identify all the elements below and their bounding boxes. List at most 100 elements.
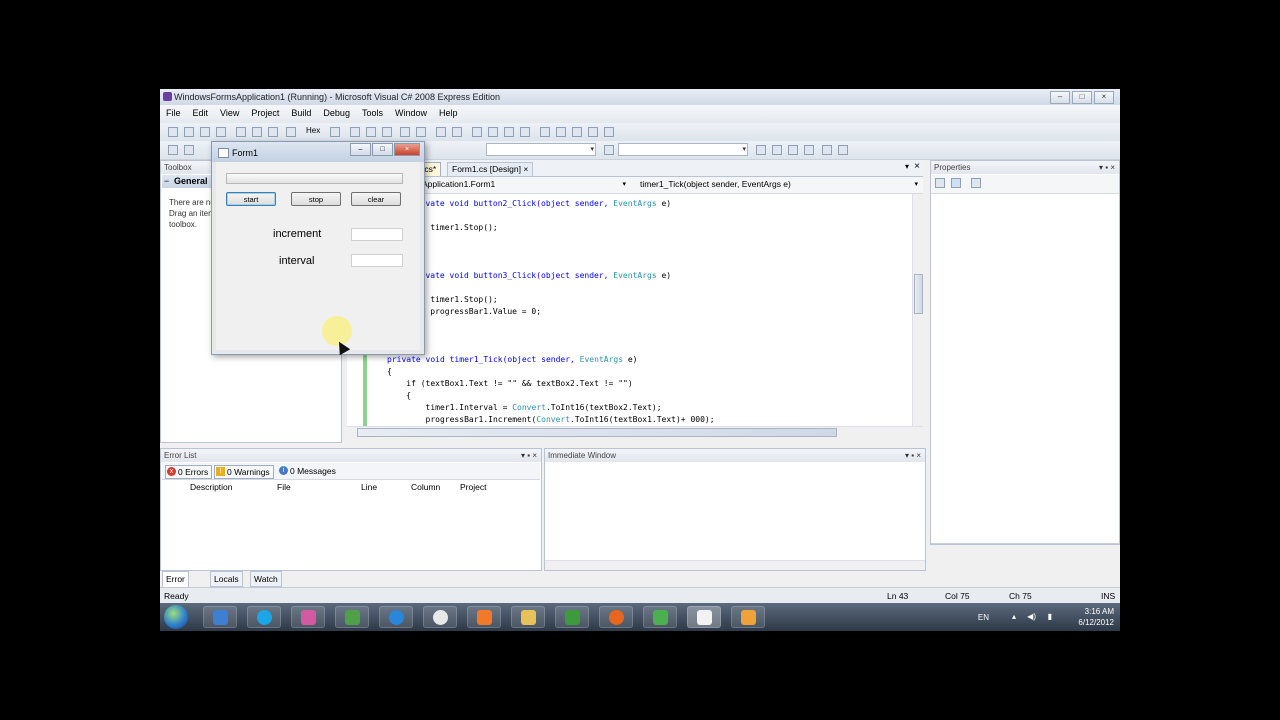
editor-scroll-thumb[interactable] xyxy=(914,274,923,314)
immediate-horizontal-scrollbar[interactable] xyxy=(545,560,925,570)
form1-window[interactable]: Form1 – □ × start stop clear increment i… xyxy=(211,141,425,355)
start-button-form[interactable]: start xyxy=(226,192,276,206)
menu-tools[interactable]: Tools xyxy=(356,105,389,118)
form1-title-bar[interactable]: Form1 – □ × xyxy=(212,142,424,162)
add-item-icon[interactable] xyxy=(184,145,194,155)
outdent-icon[interactable] xyxy=(416,127,426,137)
pane-controls[interactable]: ▾ ▪ × xyxy=(521,449,537,462)
taskbar-network-button[interactable] xyxy=(335,606,369,628)
pause-icon[interactable] xyxy=(184,127,194,137)
volume-icon[interactable]: ◀) xyxy=(1027,612,1036,621)
toolbar-options-icon[interactable] xyxy=(588,127,598,137)
replace-icon[interactable] xyxy=(382,127,392,137)
step-over-icon[interactable] xyxy=(252,127,262,137)
alphabetical-icon[interactable] xyxy=(951,178,961,188)
doc-dropdown-icon[interactable]: ▾ xyxy=(905,162,909,171)
categorized-icon[interactable] xyxy=(935,178,945,188)
tab-watch[interactable]: Watch xyxy=(250,571,282,587)
indent-icon[interactable] xyxy=(400,127,410,137)
properties-icon[interactable] xyxy=(772,145,782,155)
solution-explorer-icon[interactable] xyxy=(756,145,766,155)
taskbar-firefox-button[interactable] xyxy=(599,606,633,628)
errors-filter-button[interactable]: x0 Errors xyxy=(165,465,213,479)
messages-filter-button[interactable]: i0 Messages xyxy=(278,465,339,477)
editor-vertical-scrollbar[interactable] xyxy=(912,194,924,426)
immediate-window-pane[interactable]: Immediate Window ▾ ▪ × xyxy=(544,448,926,571)
start-button[interactable] xyxy=(164,605,188,629)
taskbar-excel-button[interactable] xyxy=(555,606,589,628)
taskbar-skype-button[interactable] xyxy=(247,606,281,628)
close-icon[interactable]: × xyxy=(914,161,920,172)
column-file[interactable]: File xyxy=(277,482,291,492)
taskbar-calc-button[interactable] xyxy=(643,606,677,628)
minimize-button[interactable]: – xyxy=(350,143,371,156)
find-in-files-icon[interactable] xyxy=(604,145,614,155)
tray-expand-icon[interactable]: ▴ xyxy=(1012,612,1016,621)
step-out-icon[interactable] xyxy=(268,127,278,137)
taskbar-form-button[interactable] xyxy=(731,606,765,628)
restart-icon[interactable] xyxy=(216,127,226,137)
column-description[interactable]: Description xyxy=(190,482,233,492)
comment-icon[interactable] xyxy=(436,127,446,137)
minimize-button[interactable]: – xyxy=(1050,91,1070,104)
stop-icon[interactable] xyxy=(200,127,210,137)
stop-button[interactable]: stop xyxy=(291,192,341,206)
menu-build[interactable]: Build xyxy=(285,105,317,118)
language-indicator[interactable]: EN xyxy=(978,613,989,622)
menu-view[interactable]: View xyxy=(214,105,245,118)
find-icon[interactable] xyxy=(366,127,376,137)
menu-help[interactable]: Help xyxy=(433,105,464,118)
new-project-icon[interactable] xyxy=(168,145,178,155)
column-line[interactable]: Line xyxy=(361,482,377,492)
step-into-icon[interactable] xyxy=(236,127,246,137)
interval-input[interactable] xyxy=(351,254,403,267)
solution-config-combo[interactable]: ▾ xyxy=(486,143,596,156)
object-browser-icon[interactable] xyxy=(788,145,798,155)
bookmark-icon[interactable] xyxy=(472,127,482,137)
more-windows-icon[interactable] xyxy=(838,145,848,155)
editor-hscroll-thumb[interactable] xyxy=(357,428,837,437)
align-left-icon[interactable] xyxy=(540,127,550,137)
close-button[interactable]: × xyxy=(394,143,420,156)
tray-date[interactable]: 6/12/2012 xyxy=(1058,618,1114,627)
pane-controls[interactable]: ▾ ▪ × xyxy=(905,449,921,462)
taskbar-clock-button[interactable] xyxy=(423,606,457,628)
hex-toggle[interactable]: Hex xyxy=(306,126,320,135)
tab-form1-design[interactable]: Form1.cs [Design] × xyxy=(447,162,534,176)
toolbar-more-icon[interactable] xyxy=(604,127,614,137)
code-editor[interactable]: private void button2_Click(object sender… xyxy=(347,194,923,426)
vs-title-bar[interactable]: WindowsFormsApplication1 (Running) - Mic… xyxy=(160,89,1120,105)
taskbar-browser-button[interactable] xyxy=(203,606,237,628)
warnings-filter-button[interactable]: ! 0 Warnings xyxy=(214,465,274,479)
layout-icon[interactable] xyxy=(572,127,582,137)
menu-window[interactable]: Window xyxy=(389,105,433,118)
increment-input[interactable] xyxy=(351,228,403,241)
menu-project[interactable]: Project xyxy=(245,105,285,118)
menu-debug[interactable]: Debug xyxy=(317,105,356,118)
breakpoints-icon[interactable] xyxy=(330,127,340,137)
show-next-statement-icon[interactable] xyxy=(286,127,296,137)
clear-button[interactable]: clear xyxy=(351,192,401,206)
find-combo[interactable]: ▾ xyxy=(618,143,748,156)
taskbar-vs-button[interactable] xyxy=(687,606,721,628)
taskbar-explorer-button[interactable] xyxy=(511,606,545,628)
taskbar-media-button[interactable] xyxy=(467,606,501,628)
toolbox-icon[interactable] xyxy=(804,145,814,155)
close-icon[interactable]: × xyxy=(523,164,528,174)
column-project[interactable]: Project xyxy=(460,482,486,492)
uncomment-icon[interactable] xyxy=(452,127,462,137)
type-combo[interactable]: Application1.Form1 ▾ xyxy=(419,178,629,191)
start-page-icon[interactable] xyxy=(822,145,832,155)
pane-controls[interactable]: ▾ ▪ × xyxy=(1099,161,1115,174)
menu-file[interactable]: File xyxy=(160,105,187,118)
editor-horizontal-scrollbar[interactable] xyxy=(347,426,923,438)
taskbar-ie-button[interactable] xyxy=(379,606,413,628)
align-right-icon[interactable] xyxy=(556,127,566,137)
column-column[interactable]: Column xyxy=(411,482,440,492)
tray-time[interactable]: 3:16 AM xyxy=(1058,607,1114,616)
tab-locals[interactable]: Locals xyxy=(210,571,243,587)
next-bookmark-icon[interactable] xyxy=(504,127,514,137)
prev-bookmark-icon[interactable] xyxy=(488,127,498,137)
property-pages-icon[interactable] xyxy=(971,178,981,188)
member-combo[interactable]: timer1_Tick(object sender, EventArgs e) ▾ xyxy=(637,178,921,191)
